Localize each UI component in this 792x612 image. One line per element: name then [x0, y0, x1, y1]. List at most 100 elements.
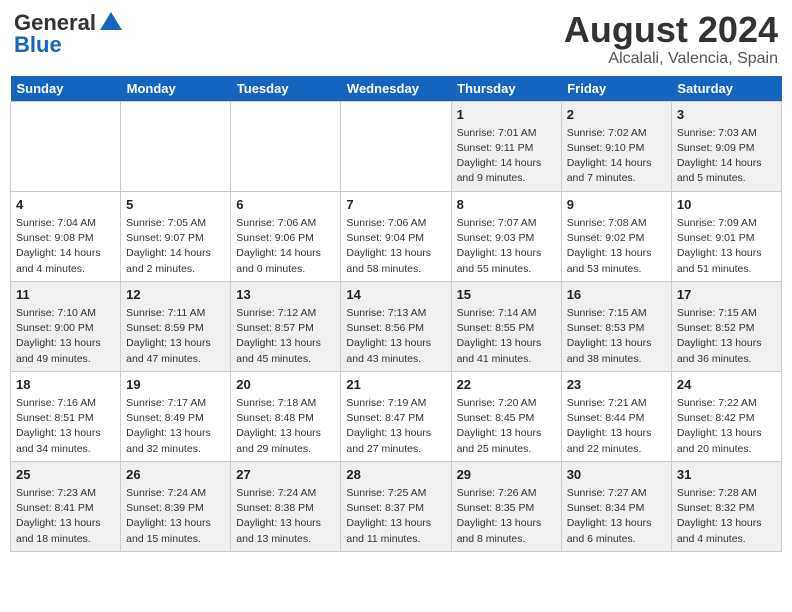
day-number: 19	[126, 376, 225, 394]
day-number: 5	[126, 196, 225, 214]
day-number: 28	[346, 466, 445, 484]
day-info: Sunrise: 7:14 AM Sunset: 8:55 PM Dayligh…	[457, 306, 556, 367]
day-number: 11	[16, 286, 115, 304]
day-cell-10: 10 Sunrise: 7:09 AM Sunset: 9:01 PM Dayli…	[671, 191, 781, 281]
logo-icon	[98, 10, 124, 36]
day-info: Sunrise: 7:06 AM Sunset: 9:04 PM Dayligh…	[346, 216, 445, 277]
day-cell-13: 13Sunrise: 7:12 AM Sunset: 8:57 PM Dayli…	[231, 281, 341, 371]
day-info: Sunrise: 7:26 AM Sunset: 8:35 PM Dayligh…	[457, 486, 556, 547]
day-number: 10	[677, 196, 776, 214]
day-cell-24: 24Sunrise: 7:22 AM Sunset: 8:42 PM Dayli…	[671, 371, 781, 461]
day-cell-23: 23 Sunrise: 7:21 AM Sunset: 8:44 PM Dayli…	[561, 371, 671, 461]
empty-cell	[11, 101, 121, 191]
weekday-header-row: SundayMondayTuesdayWednesdayThursdayFrid…	[11, 76, 782, 102]
day-number: 7	[346, 196, 445, 214]
day-number: 16	[567, 286, 666, 304]
day-info: Sunrise: 7:06 AM Sunset: 9:06 PM Dayligh…	[236, 216, 335, 277]
day-info: Sunrise: 7:16 AM Sunset: 8:51 PM Dayligh…	[16, 396, 115, 457]
day-cell-9: 9 Sunrise: 7:08 AM Sunset: 9:02 PM Daylig…	[561, 191, 671, 281]
day-info: Sunrise: 7:15 AM Sunset: 8:53 PM Dayligh…	[567, 306, 666, 367]
day-number: 8	[457, 196, 556, 214]
day-info: Sunrise: 7:22 AM Sunset: 8:42 PM Dayligh…	[677, 396, 776, 457]
day-cell-28: 28 Sunrise: 7:25 AM Sunset: 8:37 PM Dayli…	[341, 461, 451, 551]
location: Alcalali, Valencia, Spain	[564, 50, 778, 68]
day-info: Sunrise: 7:25 AM Sunset: 8:37 PM Dayligh…	[346, 486, 445, 547]
day-number: 30	[567, 466, 666, 484]
day-info: Sunrise: 7:09 AM Sunset: 9:01 PM Dayligh…	[677, 216, 776, 277]
day-number: 17	[677, 286, 776, 304]
day-number: 3	[677, 106, 776, 124]
day-info: Sunrise: 7:19 AM Sunset: 8:47 PM Dayligh…	[346, 396, 445, 457]
day-number: 15	[457, 286, 556, 304]
day-info: Sunrise: 7:08 AM Sunset: 9:02 PM Dayligh…	[567, 216, 666, 277]
day-cell-11: 11 Sunrise: 7:10 AM Sunset: 9:00 PM Dayli…	[11, 281, 121, 371]
day-number: 18	[16, 376, 115, 394]
day-info: Sunrise: 7:15 AM Sunset: 8:52 PM Dayligh…	[677, 306, 776, 367]
day-info: Sunrise: 7:05 AM Sunset: 9:07 PM Dayligh…	[126, 216, 225, 277]
day-number: 12	[126, 286, 225, 304]
page-header: General Blue August 2024 Alcalali, Valen…	[10, 10, 782, 68]
day-info: Sunrise: 7:02 AM Sunset: 9:10 PM Dayligh…	[567, 126, 666, 187]
day-cell-26: 26Sunrise: 7:24 AM Sunset: 8:39 PM Dayli…	[121, 461, 231, 551]
day-cell-15: 15 Sunrise: 7:14 AM Sunset: 8:55 PM Dayli…	[451, 281, 561, 371]
day-number: 21	[346, 376, 445, 394]
title-block: August 2024 Alcalali, Valencia, Spain	[564, 10, 778, 68]
day-number: 9	[567, 196, 666, 214]
weekday-header-friday: Friday	[561, 76, 671, 102]
day-cell-21: 21 Sunrise: 7:19 AM Sunset: 8:47 PM Dayli…	[341, 371, 451, 461]
day-cell-19: 19 Sunrise: 7:17 AM Sunset: 8:49 PM Dayli…	[121, 371, 231, 461]
day-cell-3: 3Sunrise: 7:03 AM Sunset: 9:09 PM Daylig…	[671, 101, 781, 191]
day-cell-14: 14 Sunrise: 7:13 AM Sunset: 8:56 PM Dayli…	[341, 281, 451, 371]
day-cell-7: 7 Sunrise: 7:06 AM Sunset: 9:04 PM Daylig…	[341, 191, 451, 281]
day-number: 29	[457, 466, 556, 484]
day-info: Sunrise: 7:07 AM Sunset: 9:03 PM Dayligh…	[457, 216, 556, 277]
day-number: 31	[677, 466, 776, 484]
weekday-header-saturday: Saturday	[671, 76, 781, 102]
day-cell-4: 4Sunrise: 7:04 AM Sunset: 9:08 PM Daylig…	[11, 191, 121, 281]
week-row-4: 18 Sunrise: 7:16 AM Sunset: 8:51 PM Dayli…	[11, 371, 782, 461]
day-number: 20	[236, 376, 335, 394]
week-row-2: 4Sunrise: 7:04 AM Sunset: 9:08 PM Daylig…	[11, 191, 782, 281]
weekday-header-wednesday: Wednesday	[341, 76, 451, 102]
day-info: Sunrise: 7:11 AM Sunset: 8:59 PM Dayligh…	[126, 306, 225, 367]
day-cell-2: 2 Sunrise: 7:02 AM Sunset: 9:10 PM Daylig…	[561, 101, 671, 191]
day-cell-27: 27Sunrise: 7:24 AM Sunset: 8:38 PM Dayli…	[231, 461, 341, 551]
day-number: 26	[126, 466, 225, 484]
day-cell-29: 29 Sunrise: 7:26 AM Sunset: 8:35 PM Dayli…	[451, 461, 561, 551]
calendar-table: SundayMondayTuesdayWednesdayThursdayFrid…	[10, 76, 782, 552]
day-number: 23	[567, 376, 666, 394]
weekday-header-sunday: Sunday	[11, 76, 121, 102]
day-cell-30: 30Sunrise: 7:27 AM Sunset: 8:34 PM Dayli…	[561, 461, 671, 551]
week-row-1: 1Sunrise: 7:01 AM Sunset: 9:11 PM Daylig…	[11, 101, 782, 191]
day-cell-31: 31 Sunrise: 7:28 AM Sunset: 8:32 PM Dayli…	[671, 461, 781, 551]
day-number: 2	[567, 106, 666, 124]
day-cell-16: 16 Sunrise: 7:15 AM Sunset: 8:53 PM Dayli…	[561, 281, 671, 371]
day-info: Sunrise: 7:18 AM Sunset: 8:48 PM Dayligh…	[236, 396, 335, 457]
day-number: 22	[457, 376, 556, 394]
day-info: Sunrise: 7:24 AM Sunset: 8:38 PM Dayligh…	[236, 486, 335, 547]
day-info: Sunrise: 7:13 AM Sunset: 8:56 PM Dayligh…	[346, 306, 445, 367]
week-row-5: 25Sunrise: 7:23 AM Sunset: 8:41 PM Dayli…	[11, 461, 782, 551]
weekday-header-thursday: Thursday	[451, 76, 561, 102]
day-cell-1: 1Sunrise: 7:01 AM Sunset: 9:11 PM Daylig…	[451, 101, 561, 191]
day-info: Sunrise: 7:17 AM Sunset: 8:49 PM Dayligh…	[126, 396, 225, 457]
empty-cell	[231, 101, 341, 191]
day-cell-18: 18 Sunrise: 7:16 AM Sunset: 8:51 PM Dayli…	[11, 371, 121, 461]
weekday-header-tuesday: Tuesday	[231, 76, 341, 102]
day-cell-6: 6 Sunrise: 7:06 AM Sunset: 9:06 PM Daylig…	[231, 191, 341, 281]
day-cell-5: 5 Sunrise: 7:05 AM Sunset: 9:07 PM Daylig…	[121, 191, 231, 281]
day-cell-20: 20 Sunrise: 7:18 AM Sunset: 8:48 PM Dayli…	[231, 371, 341, 461]
day-info: Sunrise: 7:20 AM Sunset: 8:45 PM Dayligh…	[457, 396, 556, 457]
empty-cell	[341, 101, 451, 191]
day-info: Sunrise: 7:01 AM Sunset: 9:11 PM Dayligh…	[457, 126, 556, 187]
day-number: 6	[236, 196, 335, 214]
day-number: 13	[236, 286, 335, 304]
day-info: Sunrise: 7:21 AM Sunset: 8:44 PM Dayligh…	[567, 396, 666, 457]
day-info: Sunrise: 7:10 AM Sunset: 9:00 PM Dayligh…	[16, 306, 115, 367]
weekday-header-monday: Monday	[121, 76, 231, 102]
day-cell-8: 8 Sunrise: 7:07 AM Sunset: 9:03 PM Daylig…	[451, 191, 561, 281]
day-number: 14	[346, 286, 445, 304]
day-info: Sunrise: 7:28 AM Sunset: 8:32 PM Dayligh…	[677, 486, 776, 547]
week-row-3: 11 Sunrise: 7:10 AM Sunset: 9:00 PM Dayli…	[11, 281, 782, 371]
day-cell-12: 12 Sunrise: 7:11 AM Sunset: 8:59 PM Dayli…	[121, 281, 231, 371]
